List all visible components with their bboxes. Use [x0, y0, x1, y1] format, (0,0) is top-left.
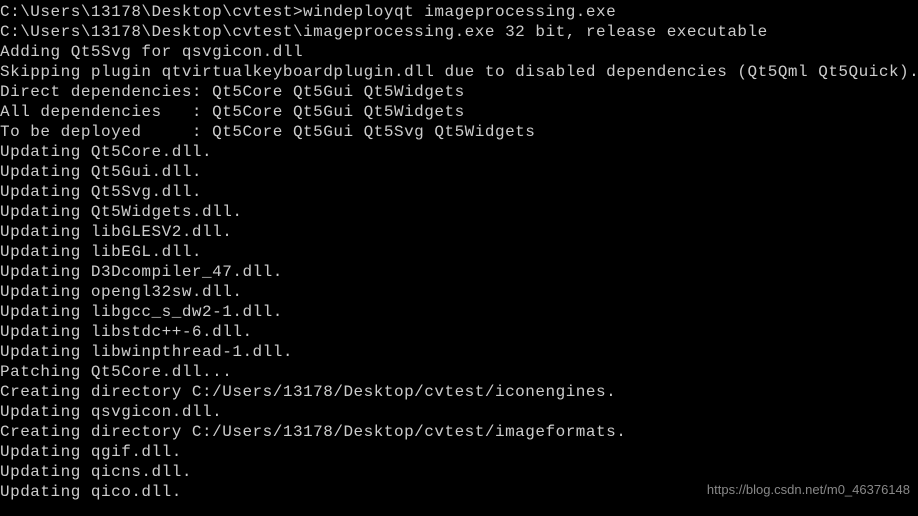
terminal-line: Updating qsvgicon.dll.: [0, 402, 918, 422]
watermark-text: https://blog.csdn.net/m0_46376148: [707, 482, 910, 498]
terminal-line: Skipping plugin qtvirtualkeyboardplugin.…: [0, 62, 918, 82]
terminal-line: Updating libwinpthread-1.dll.: [0, 342, 918, 362]
terminal-line: All dependencies : Qt5Core Qt5Gui Qt5Wid…: [0, 102, 918, 122]
terminal-line: Adding Qt5Svg for qsvgicon.dll: [0, 42, 918, 62]
terminal-line: Updating D3Dcompiler_47.dll.: [0, 262, 918, 282]
terminal-line: C:\Users\13178\Desktop\cvtest\imageproce…: [0, 22, 918, 42]
terminal-line: Updating Qt5Core.dll.: [0, 142, 918, 162]
terminal-line: Updating Qt5Widgets.dll.: [0, 202, 918, 222]
terminal-line: Updating qicns.dll.: [0, 462, 918, 482]
terminal-line: Updating opengl32sw.dll.: [0, 282, 918, 302]
terminal-line: Direct dependencies: Qt5Core Qt5Gui Qt5W…: [0, 82, 918, 102]
terminal-line: Updating libstdc++-6.dll.: [0, 322, 918, 342]
terminal-line: Updating libgcc_s_dw2-1.dll.: [0, 302, 918, 322]
terminal-line: Updating libGLESV2.dll.: [0, 222, 918, 242]
terminal-line: Updating libEGL.dll.: [0, 242, 918, 262]
terminal-line: Updating Qt5Gui.dll.: [0, 162, 918, 182]
terminal-line: Creating directory C:/Users/13178/Deskto…: [0, 422, 918, 442]
terminal-line: Patching Qt5Core.dll...: [0, 362, 918, 382]
terminal-line: C:\Users\13178\Desktop\cvtest>windeployq…: [0, 2, 918, 22]
terminal-line: Updating Qt5Svg.dll.: [0, 182, 918, 202]
terminal-line: Creating directory C:/Users/13178/Deskto…: [0, 382, 918, 402]
terminal-line: To be deployed : Qt5Core Qt5Gui Qt5Svg Q…: [0, 122, 918, 142]
terminal-output: C:\Users\13178\Desktop\cvtest>windeployq…: [0, 2, 918, 502]
terminal-line: Updating qgif.dll.: [0, 442, 918, 462]
